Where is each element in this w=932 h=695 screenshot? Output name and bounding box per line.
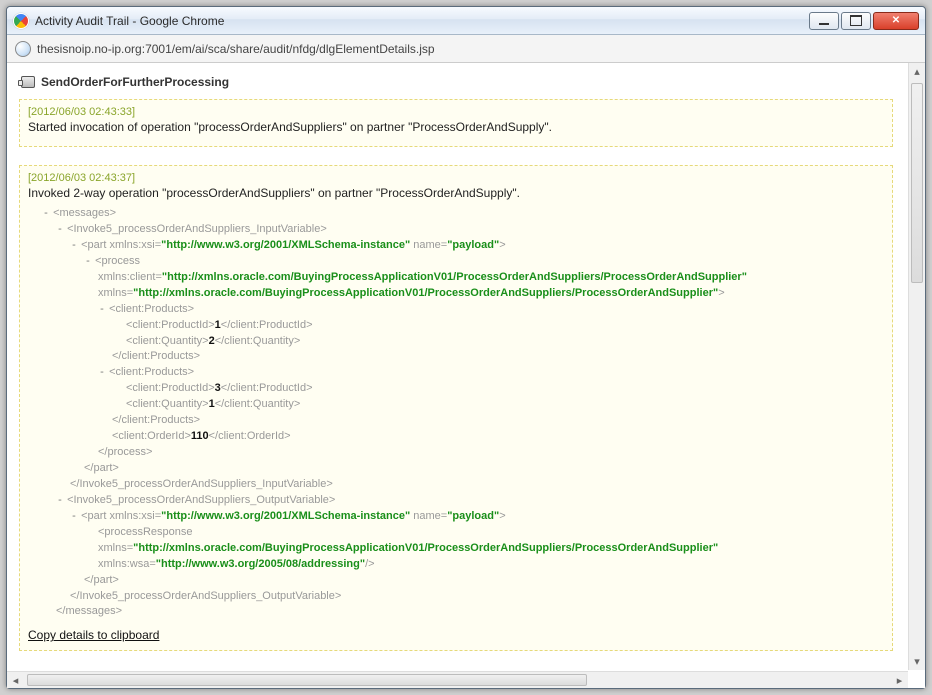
collapse-icon[interactable]: - (98, 365, 106, 381)
copy-details-link[interactable]: Copy details to clipboard (28, 628, 159, 642)
window-title: Activity Audit Trail - Google Chrome (35, 14, 809, 28)
page-viewport: SendOrderForFurtherProcessing [2012/06/0… (7, 63, 925, 688)
maximize-button[interactable] (841, 12, 871, 30)
summary-text: Invoked 2-way operation "processOrderAnd… (28, 186, 884, 200)
close-button[interactable] (873, 12, 919, 30)
timestamp: [2012/06/03 02:43:33] (28, 106, 884, 118)
xml-payload: - <messages> - <Invoke5_processOrderAndS… (28, 204, 884, 620)
collapse-icon[interactable]: - (56, 493, 64, 509)
window-buttons (809, 12, 919, 30)
scroll-up-icon[interactable]: ▴ (909, 63, 925, 80)
vertical-scrollbar[interactable]: ▴ ▾ (908, 63, 925, 670)
horizontal-scrollbar[interactable]: ◂ ▸ (7, 671, 908, 688)
process-icon (21, 76, 35, 88)
page-heading: SendOrderForFurtherProcessing (21, 75, 893, 89)
scroll-down-icon[interactable]: ▾ (909, 653, 925, 670)
collapse-icon[interactable]: - (84, 254, 92, 270)
browser-window: Activity Audit Trail - Google Chrome the… (6, 6, 926, 689)
collapse-icon[interactable]: - (42, 206, 50, 222)
minimize-button[interactable] (809, 12, 839, 30)
globe-icon (15, 41, 31, 57)
scroll-thumb[interactable] (27, 674, 587, 686)
scroll-left-icon[interactable]: ◂ (7, 672, 24, 688)
scroll-right-icon[interactable]: ▸ (891, 672, 908, 688)
collapse-icon[interactable]: - (70, 238, 78, 254)
collapse-icon[interactable]: - (56, 222, 64, 238)
timestamp: [2012/06/03 02:43:37] (28, 172, 884, 184)
address-bar: thesisnoip.no-ip.org:7001/em/ai/sca/shar… (7, 35, 925, 63)
summary-text: Started invocation of operation "process… (28, 120, 884, 134)
audit-entry-1: [2012/06/03 02:43:33] Started invocation… (19, 99, 893, 147)
titlebar[interactable]: Activity Audit Trail - Google Chrome (7, 7, 925, 35)
url-text[interactable]: thesisnoip.no-ip.org:7001/em/ai/sca/shar… (37, 42, 917, 56)
collapse-icon[interactable]: - (70, 509, 78, 525)
page-heading-text: SendOrderForFurtherProcessing (41, 75, 229, 89)
chrome-icon (13, 13, 29, 29)
collapse-icon[interactable]: - (98, 302, 106, 318)
scroll-thumb[interactable] (911, 83, 923, 283)
audit-entry-2: [2012/06/03 02:43:37] Invoked 2-way oper… (19, 165, 893, 651)
